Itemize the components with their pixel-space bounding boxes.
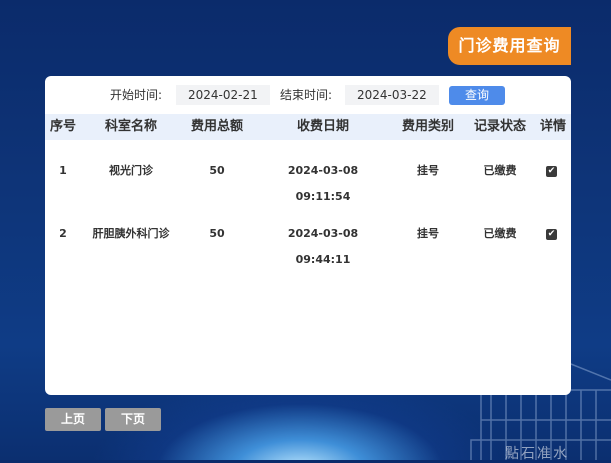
background-watermark: 點石准水 — [505, 446, 569, 462]
col-dept: 科室名称 — [104, 119, 157, 134]
table-header: 序号 科室名称 费用总额 收费日期 费用类别 记录状态 详情 — [45, 114, 571, 140]
col-amount: 费用总额 — [190, 119, 243, 134]
row-date: 2024-03-08 09:44:11 — [287, 227, 359, 266]
query-panel: 开始时间: 结束时间: 查询 序号 科室名称 费用总额 收费日期 费用类别 记录… — [45, 76, 571, 395]
row-status: 已缴费 — [483, 164, 517, 177]
col-date: 收费日期 — [296, 119, 349, 134]
col-category: 费用类别 — [401, 119, 454, 134]
row-dept: 肝胆胰外科门诊 — [92, 227, 170, 240]
table-row: 2 肝胆胰外科门诊 50 2024-03-08 09:44:11 挂号 已缴费 … — [45, 221, 571, 266]
col-status: 记录状态 — [473, 119, 526, 134]
row-status: 已缴费 — [483, 227, 517, 240]
next-page-button[interactable]: 下页 — [105, 408, 161, 431]
col-index: 序号 — [49, 119, 76, 134]
start-time-input[interactable] — [176, 85, 270, 105]
row-index: 1 — [59, 164, 67, 177]
prev-page-button[interactable]: 上页 — [45, 408, 101, 431]
page-title: 门诊费用查询 — [448, 27, 571, 65]
detail-checkbox[interactable]: ✔ — [546, 166, 557, 177]
query-button[interactable]: 查询 — [449, 86, 505, 105]
table-row: 1 视光门诊 50 2024-03-08 09:11:54 挂号 已缴费 ✔ — [45, 158, 571, 203]
row-category: 挂号 — [417, 164, 439, 177]
filter-bar: 开始时间: 结束时间: 查询 — [45, 84, 571, 106]
row-dept: 视光门诊 — [109, 164, 153, 177]
row-index: 2 — [59, 227, 67, 240]
start-time-label: 开始时间: — [110, 88, 163, 102]
row-amount: 50 — [209, 164, 225, 177]
detail-checkbox[interactable]: ✔ — [546, 229, 557, 240]
end-time-label: 结束时间: — [280, 88, 333, 102]
row-date: 2024-03-08 09:11:54 — [287, 164, 359, 203]
col-detail: 详情 — [539, 119, 566, 134]
row-category: 挂号 — [417, 227, 439, 240]
row-amount: 50 — [209, 227, 225, 240]
end-time-input[interactable] — [345, 85, 439, 105]
